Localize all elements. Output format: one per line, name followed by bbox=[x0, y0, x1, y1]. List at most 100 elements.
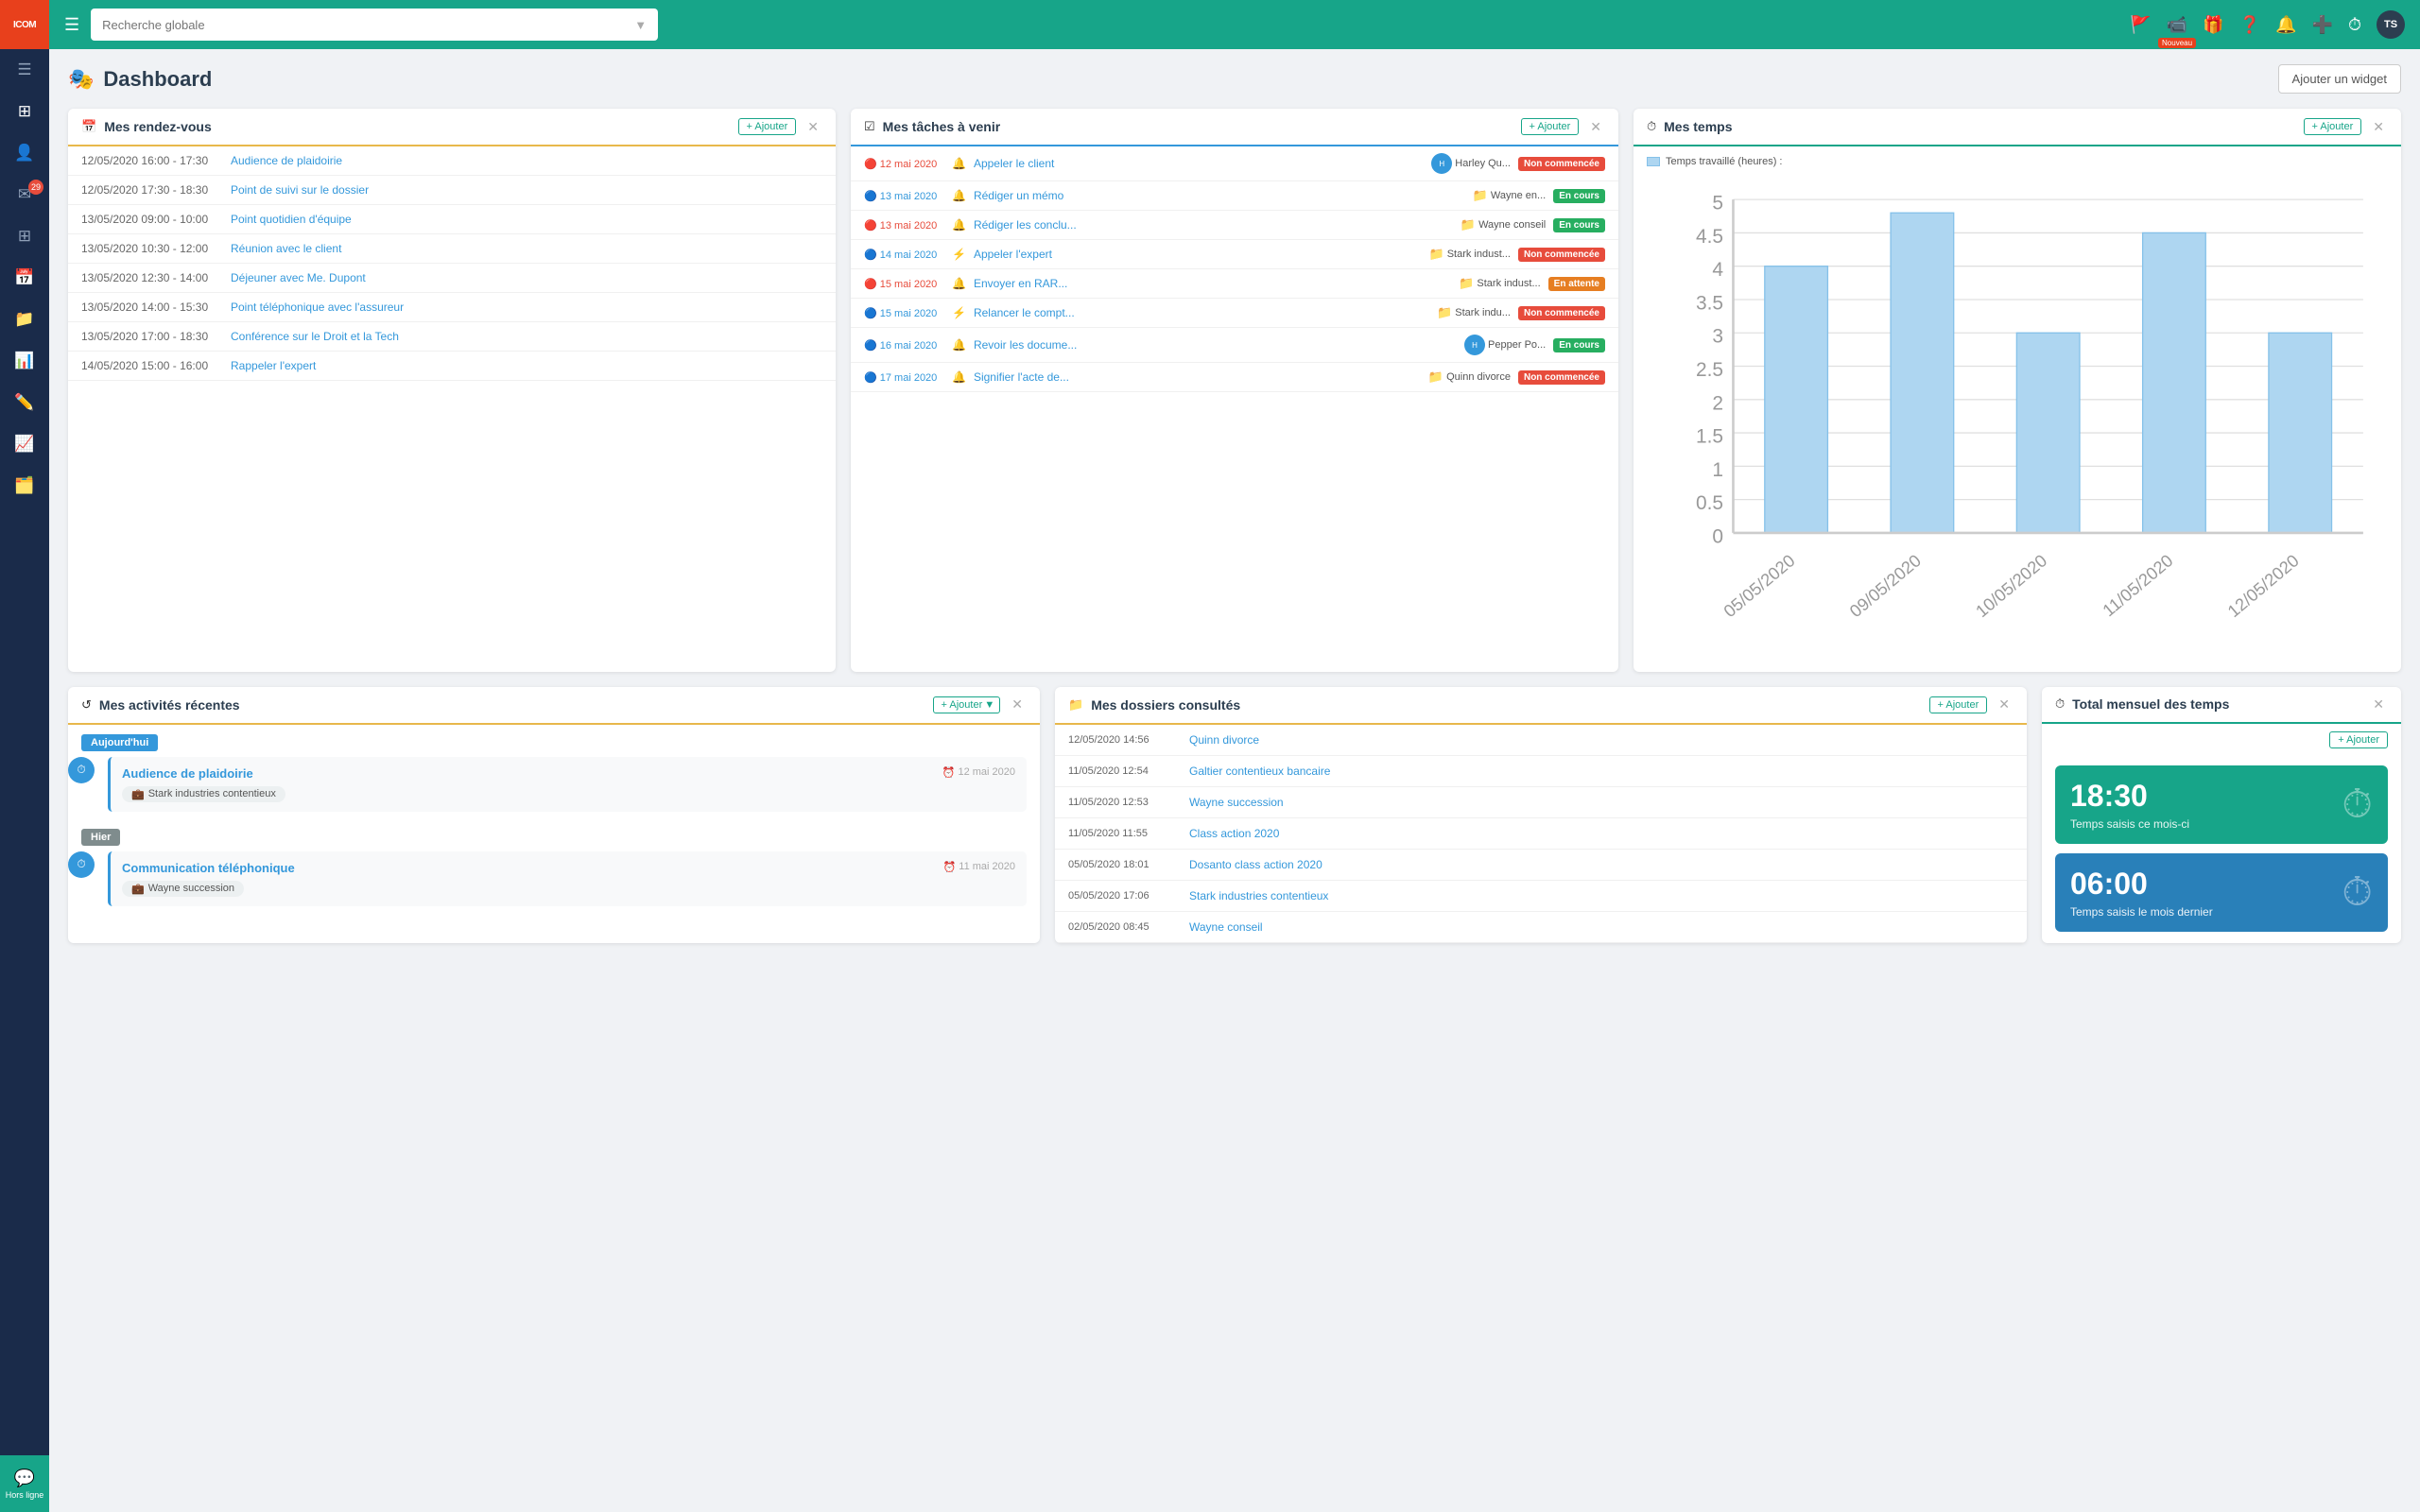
task-name[interactable]: Appeler le client bbox=[974, 157, 1424, 170]
app-logo[interactable]: ICOM bbox=[0, 0, 49, 49]
activites-title: Mes activités récentes bbox=[99, 697, 925, 713]
nouveau-badge: Nouveau bbox=[2158, 38, 2196, 48]
task-date: 🔵 15 mai 2020 bbox=[864, 307, 944, 319]
cal-event[interactable]: Conférence sur le Droit et la Tech bbox=[231, 330, 399, 343]
taches-body: 🔴 12 mai 2020 🔔 Appeler le client HHarle… bbox=[851, 146, 1618, 392]
calendar-row: 13/05/2020 10:30 - 12:00 Réunion avec le … bbox=[68, 234, 836, 264]
cal-event[interactable]: Point de suivi sur le dossier bbox=[231, 183, 369, 197]
calendar-row: 13/05/2020 14:00 - 15:30Point téléphoniq… bbox=[68, 293, 836, 322]
calendar-row: 14/05/2020 15:00 - 16:00Rappeler l'exper… bbox=[68, 352, 836, 381]
total-temps-add-button[interactable]: + Ajouter bbox=[2329, 731, 2388, 748]
file-name[interactable]: Wayne conseil bbox=[1189, 920, 1263, 934]
cal-event[interactable]: Point téléphonique avec l'assureur bbox=[231, 301, 404, 314]
task-name[interactable]: Rédiger les conclu... bbox=[974, 218, 1453, 232]
sidebar-item-messages[interactable]: ✉ 29 bbox=[0, 174, 49, 215]
temps-add-button[interactable]: + Ajouter bbox=[2304, 118, 2362, 135]
svg-text:1: 1 bbox=[1712, 459, 1723, 481]
rendez-vous-add-button[interactable]: + Ajouter bbox=[738, 118, 797, 135]
activity-item-audience: Audience de plaidoirie ⏰ 12 mai 2020 💼 S… bbox=[108, 757, 1027, 812]
sidebar-item-chart[interactable]: 📊 bbox=[0, 340, 49, 382]
task-name[interactable]: Envoyer en RAR... bbox=[974, 277, 1451, 290]
search-dropdown-icon[interactable]: ▼ bbox=[634, 18, 647, 32]
svg-text:4.5: 4.5 bbox=[1696, 226, 1723, 248]
task-status-badge: En cours bbox=[1553, 338, 1605, 352]
cal-event[interactable]: Réunion avec le client bbox=[231, 242, 341, 255]
sidebar-item-calendar[interactable]: 📅 bbox=[0, 257, 49, 299]
task-name[interactable]: Revoir les docume... bbox=[974, 338, 1457, 352]
dashboard-icon: 🎭 bbox=[68, 67, 94, 92]
task-name[interactable]: Rédiger un mémo bbox=[974, 189, 1465, 202]
sidebar-item-edit[interactable]: ✏️ bbox=[0, 382, 49, 423]
sidebar-item-table[interactable]: 🗂️ bbox=[0, 465, 49, 507]
clock-icon[interactable]: ⏱ bbox=[2348, 15, 2361, 35]
file-name[interactable]: Quinn divorce bbox=[1189, 733, 1259, 747]
main-area: ☰ ▼ 🚩 📹 Nouveau 🎁 ❓ 🔔 ➕ ⏱ TS 🎭 Dashboard bbox=[49, 0, 2420, 1512]
activites-add-button[interactable]: + Ajouter ▼ bbox=[933, 696, 1001, 713]
cal-event[interactable]: Point quotidien d'équipe bbox=[231, 213, 352, 226]
gift-icon[interactable]: 🎁 bbox=[2203, 15, 2223, 35]
user-avatar[interactable]: TS bbox=[2377, 10, 2405, 39]
notification-icon[interactable]: 🔔 bbox=[2275, 15, 2296, 35]
task-name[interactable]: Appeler l'expert bbox=[974, 248, 1422, 261]
temps-title: Mes temps bbox=[1664, 119, 2295, 134]
dossiers-title: Mes dossiers consultés bbox=[1091, 697, 1921, 713]
cal-event[interactable]: Audience de plaidoirie bbox=[231, 154, 342, 167]
svg-text:0.5: 0.5 bbox=[1696, 492, 1723, 514]
file-name[interactable]: Class action 2020 bbox=[1189, 827, 1279, 840]
add-widget-button[interactable]: Ajouter un widget bbox=[2278, 64, 2401, 94]
sidebar-item-analytics[interactable]: 📈 bbox=[0, 423, 49, 465]
sidebar-item-grid[interactable]: ⊞ bbox=[0, 215, 49, 257]
sidebar-chat[interactable]: 💬 Hors ligne bbox=[0, 1455, 49, 1512]
cal-time: 13/05/2020 10:30 - 12:00 bbox=[81, 242, 223, 255]
rendez-vous-header: 📅 Mes rendez-vous + Ajouter ✕ bbox=[68, 109, 836, 146]
task-name[interactable]: Signifier l'acte de... bbox=[974, 370, 1421, 384]
flag-icon[interactable]: 🚩 bbox=[2130, 15, 2151, 35]
file-name[interactable]: Wayne succession bbox=[1189, 796, 1284, 809]
activites-close-button[interactable]: ✕ bbox=[1008, 696, 1027, 713]
dossiers-add-button[interactable]: + Ajouter bbox=[1929, 696, 1988, 713]
menu-icon[interactable]: ☰ bbox=[64, 15, 79, 35]
calendar-row: 12/05/2020 16:00 - 17:30Audience de plai… bbox=[68, 146, 836, 176]
cal-event[interactable]: Rappeler l'expert bbox=[231, 359, 316, 372]
activity-row-audience: ⏱ Audience de plaidoirie ⏰ 12 mai 2020 bbox=[68, 757, 1040, 819]
task-name[interactable]: Relancer le compt... bbox=[974, 306, 1429, 319]
sidebar-item-folder[interactable]: 📁 bbox=[0, 299, 49, 340]
svg-text:10/05/2020: 10/05/2020 bbox=[1972, 550, 2051, 621]
sidebar-item-menu[interactable]: ☰ bbox=[0, 49, 49, 91]
task-avatar-assignee: HPepper Po... bbox=[1464, 335, 1546, 355]
task-date: 🔵 16 mai 2020 bbox=[864, 339, 944, 352]
top-widgets-grid: 📅 Mes rendez-vous + Ajouter ✕ 12/05/2020… bbox=[68, 109, 2401, 672]
task-avatar-assignee: HHarley Qu... bbox=[1431, 153, 1511, 174]
task-status-badge: Non commencée bbox=[1518, 306, 1605, 320]
svg-text:3: 3 bbox=[1712, 326, 1723, 348]
sidebar-item-contacts[interactable]: 👤 bbox=[0, 132, 49, 174]
calendar-row: 13/05/2020 12:30 - 14:00Déjeuner avec Me… bbox=[68, 264, 836, 293]
file-name[interactable]: Stark industries contentieux bbox=[1189, 889, 1328, 902]
video-icon[interactable]: 📹 Nouveau bbox=[2167, 15, 2187, 35]
total-temps-close-button[interactable]: ✕ bbox=[2369, 696, 2388, 713]
help-icon[interactable]: ❓ bbox=[2239, 15, 2260, 35]
cal-event[interactable]: Déjeuner avec Me. Dupont bbox=[231, 271, 366, 284]
rendez-vous-title: Mes rendez-vous bbox=[104, 119, 730, 134]
task-date: 🔵 13 mai 2020 bbox=[864, 190, 944, 202]
rendez-vous-close-button[interactable]: ✕ bbox=[804, 119, 822, 135]
activity-title-comm[interactable]: Communication téléphonique bbox=[122, 861, 295, 875]
add-icon[interactable]: ➕ bbox=[2312, 15, 2333, 35]
dossiers-close-button[interactable]: ✕ bbox=[1995, 696, 2014, 713]
total-temps-header: ⏱ Total mensuel des temps ✕ bbox=[2042, 687, 2401, 724]
temps-close-button[interactable]: ✕ bbox=[2369, 119, 2388, 135]
svg-text:1.5: 1.5 bbox=[1696, 426, 1723, 448]
task-status-badge: En cours bbox=[1553, 189, 1605, 203]
task-date: 🔵 17 mai 2020 bbox=[864, 371, 944, 384]
current-month-info: 18:30 Temps saisis ce mois-ci bbox=[2070, 779, 2189, 831]
file-name[interactable]: Dosanto class action 2020 bbox=[1189, 858, 1322, 871]
total-temps-add-area: + Ajouter bbox=[2042, 724, 2401, 756]
activity-title-audience[interactable]: Audience de plaidoirie bbox=[122, 766, 253, 781]
search-input[interactable] bbox=[102, 18, 634, 32]
taches-add-button[interactable]: + Ajouter bbox=[1521, 118, 1580, 135]
activity-sub-1: 💼 Stark industries contentieux bbox=[122, 786, 1015, 802]
sidebar-item-dashboard[interactable]: ⊞ bbox=[0, 91, 49, 132]
task-assignee: 📁Stark indust... bbox=[1459, 276, 1540, 291]
file-name[interactable]: Galtier contentieux bancaire bbox=[1189, 765, 1330, 778]
taches-close-button[interactable]: ✕ bbox=[1586, 119, 1605, 135]
